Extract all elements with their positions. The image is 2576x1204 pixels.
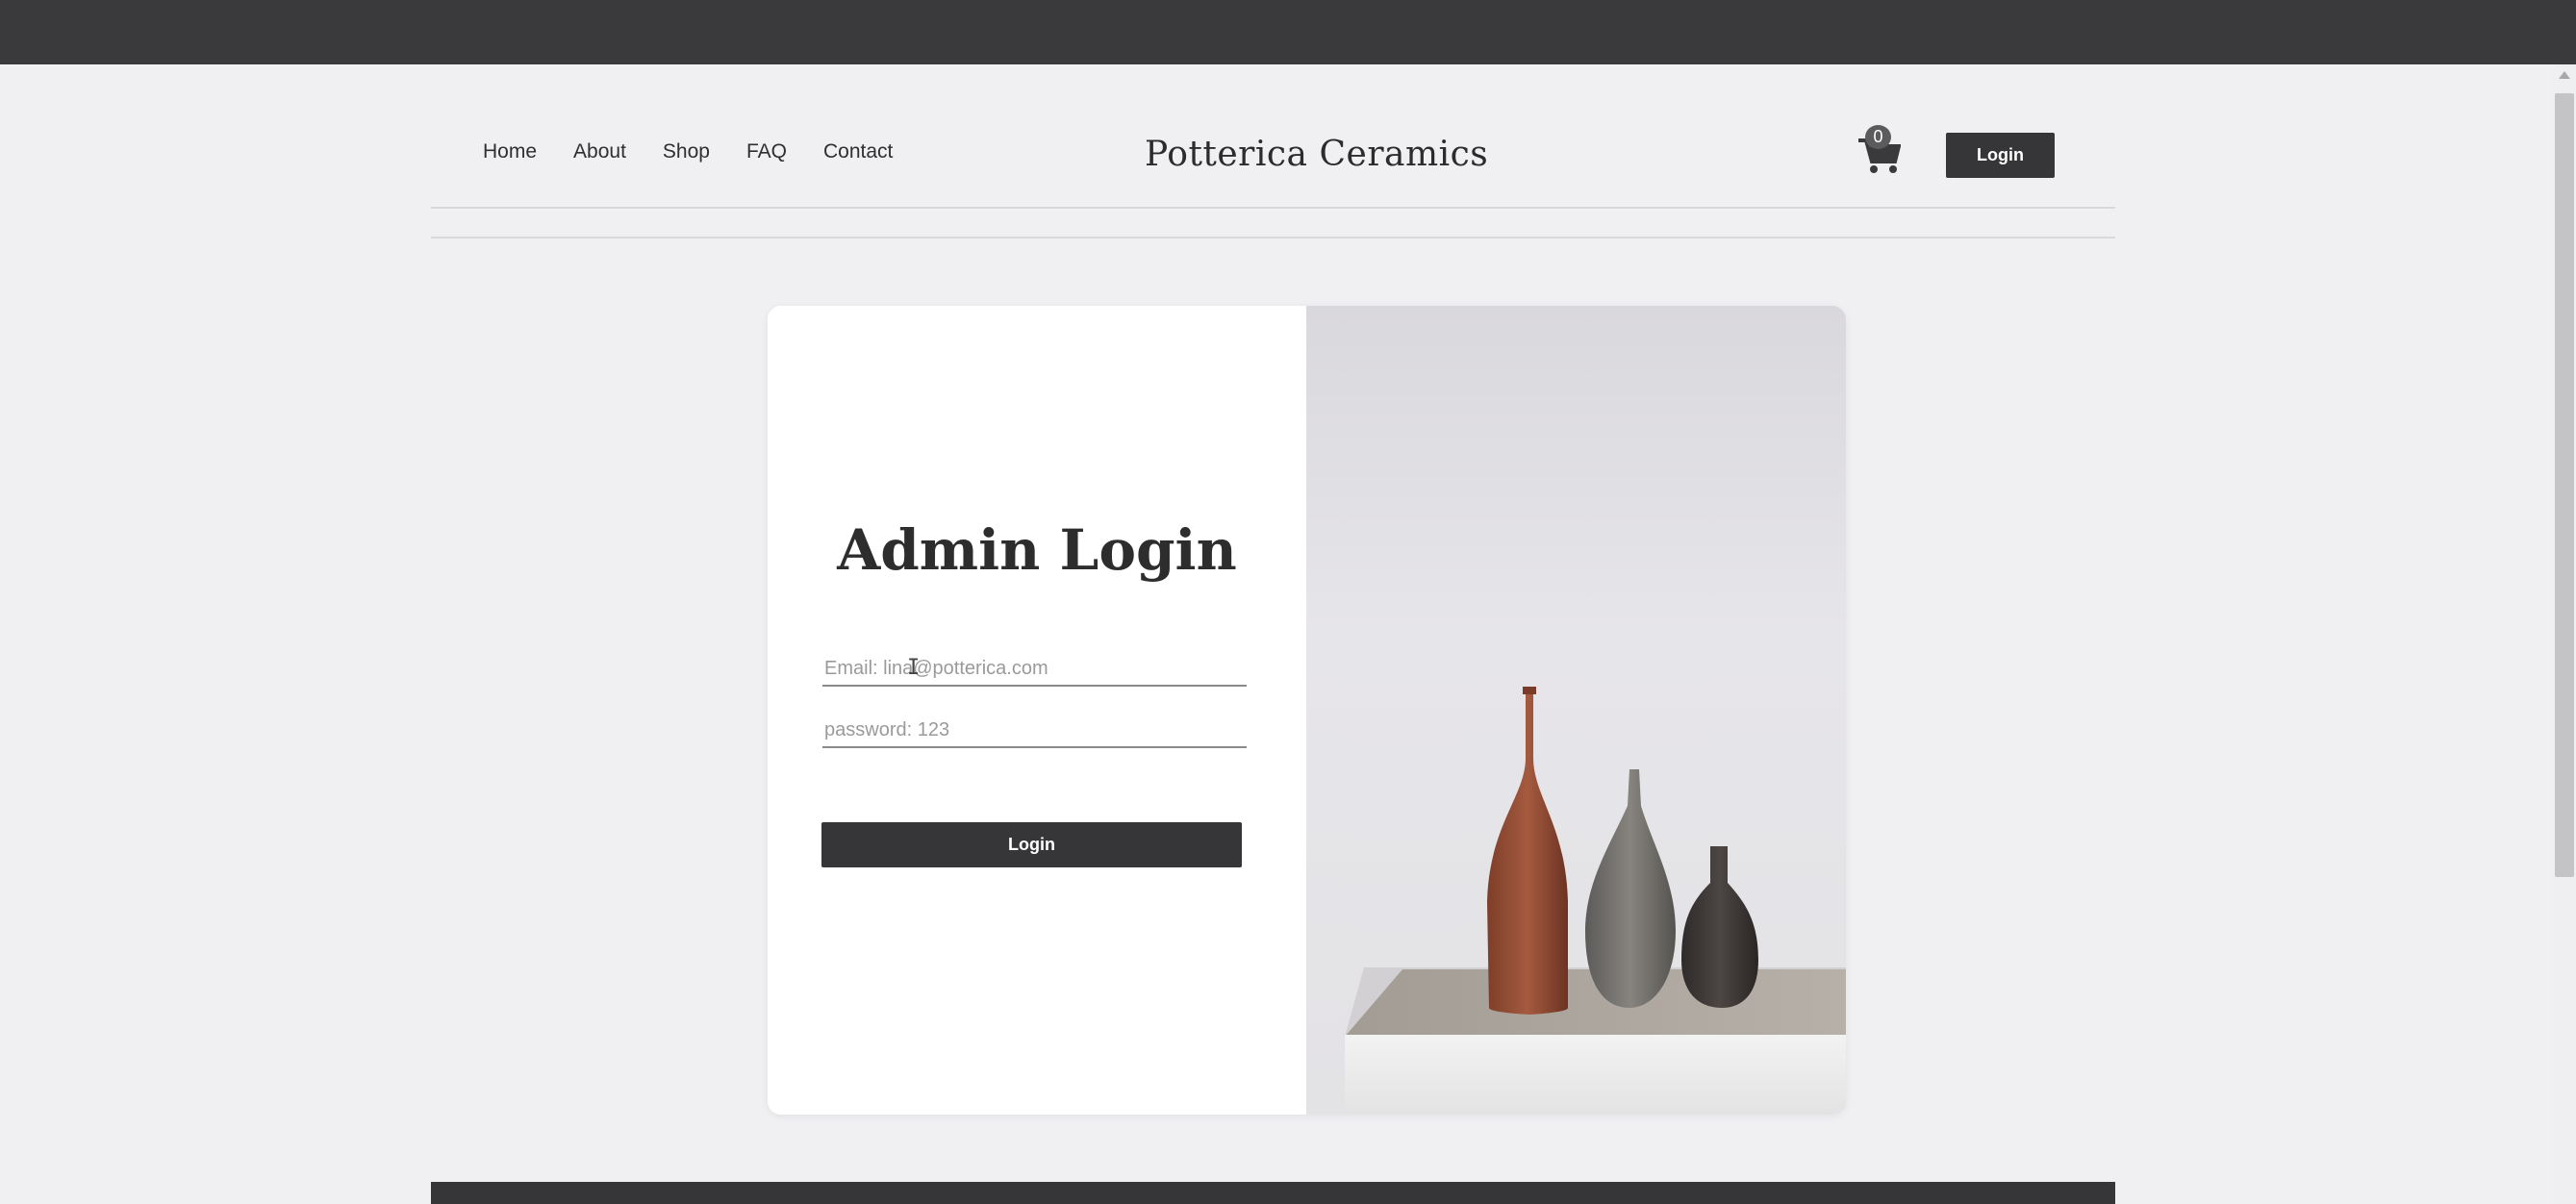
nav-contact-link[interactable]: Contact — [823, 140, 893, 163]
brand-logo[interactable]: Potterica Ceramics — [1145, 135, 1488, 174]
text-cursor-icon: I — [907, 656, 921, 680]
vases-photo — [1306, 306, 1846, 1115]
header-login-button[interactable]: Login — [1946, 133, 2055, 178]
login-form-panel: Admin Login I Login — [768, 306, 1306, 1115]
scrollbar-thumb[interactable] — [2555, 93, 2574, 877]
scroll-up-icon[interactable] — [2559, 71, 2570, 79]
cart-count-badge: 0 — [1865, 125, 1891, 149]
main-nav: Home About Shop FAQ Contact — [483, 140, 929, 163]
password-field[interactable] — [822, 714, 1247, 748]
nav-home-link[interactable]: Home — [483, 140, 537, 163]
nav-about-link[interactable]: About — [573, 140, 626, 163]
footer-bar — [431, 1182, 2115, 1204]
login-submit-button[interactable]: Login — [821, 822, 1242, 867]
browser-top-bar — [0, 0, 2576, 64]
header-divider-bottom — [431, 237, 2115, 238]
nav-shop-link[interactable]: Shop — [663, 140, 710, 163]
header-divider-top — [431, 207, 2115, 209]
email-field[interactable] — [822, 652, 1247, 687]
login-card: Admin Login I Login — [768, 306, 1846, 1115]
nav-faq-link[interactable]: FAQ — [746, 140, 787, 163]
login-title: Admin Login — [837, 517, 1237, 583]
